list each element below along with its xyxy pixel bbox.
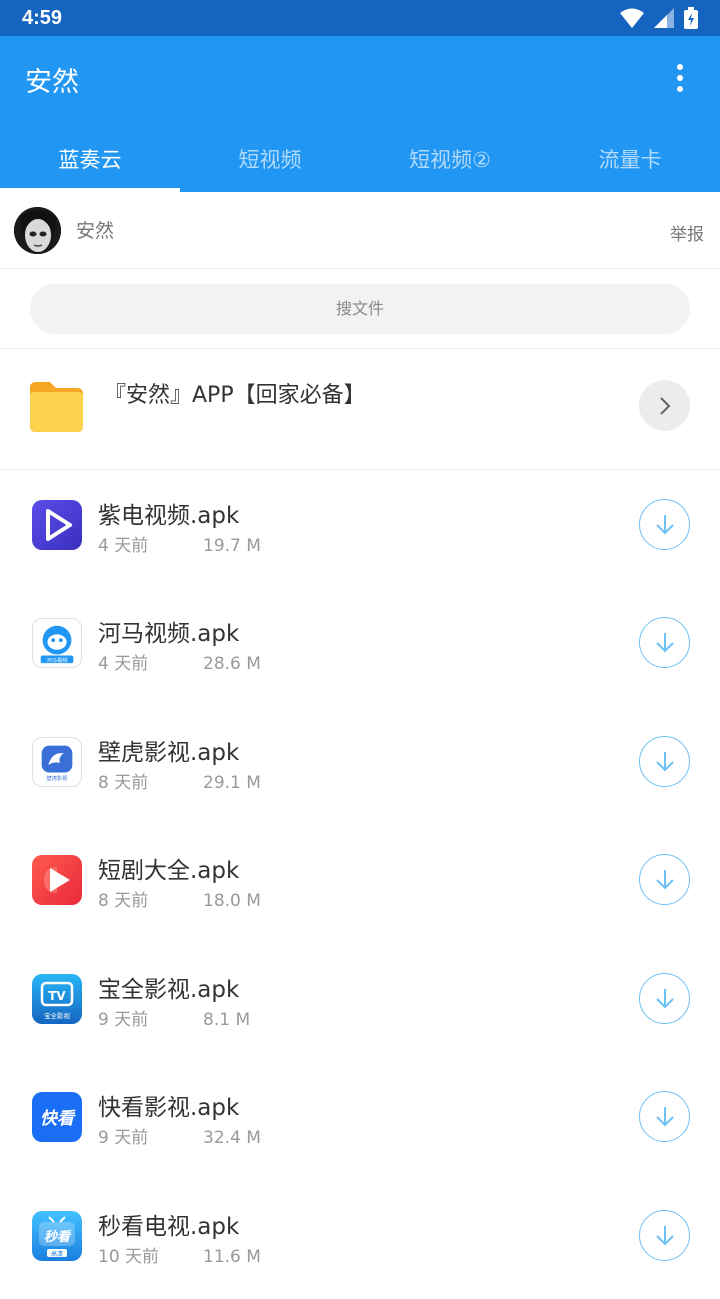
file-name: 紫电视频.apk — [98, 503, 240, 529]
hippo-caption: 河马视频 — [46, 656, 68, 664]
file-meta: 9 天前 8.1 M — [98, 1005, 250, 1030]
file-date: 9 天前 — [98, 1010, 149, 1030]
red-play-icon — [32, 855, 82, 905]
file-name: 河马视频.apk — [98, 621, 240, 647]
file-date: 9 天前 — [98, 1128, 149, 1148]
tv-caption: TV — [48, 989, 66, 1003]
file-meta: 10 天前 11.6 M — [98, 1242, 261, 1267]
status-time: 4:59 — [22, 6, 63, 29]
download-icon[interactable] — [639, 1091, 690, 1142]
file-meta: 9 天前 32.4 M — [98, 1123, 261, 1148]
more-options-icon[interactable] — [668, 62, 692, 94]
tab-short-video[interactable]: 短视频 — [180, 132, 360, 192]
kuaikan-caption: 快看 — [40, 1109, 76, 1129]
file-name: 秒看电视.apk — [98, 1214, 240, 1240]
purple-play-icon — [32, 500, 82, 550]
file-size: 11.6 M — [203, 1247, 261, 1267]
download-icon[interactable] — [639, 854, 690, 905]
file-name: 快看影视.apk — [98, 1095, 240, 1121]
signal-icon — [654, 8, 674, 28]
list-item[interactable]: 快看 快看影视.apk 9 天前 32.4 M — [0, 1062, 720, 1180]
search-section: 搜文件 — [0, 269, 720, 349]
kuaikan-icon: 快看 — [32, 1092, 82, 1142]
list-item[interactable]: 秒看高清 秒看电视.apk 10 天前 11.6 M — [0, 1181, 720, 1299]
miaokan-icon: 秒看 高清 — [32, 1211, 82, 1261]
miaokan-caption: 秒看 — [44, 1229, 72, 1245]
file-size: 19.7 M — [203, 536, 261, 556]
file-name: 壁虎影视.apk — [98, 740, 240, 766]
file-name: 宝全影视.apk — [98, 977, 240, 1003]
status-icons — [620, 7, 698, 29]
report-link[interactable]: 举报 — [670, 220, 704, 245]
app-bar: 安然 蓝奏云 短视频 短视频② 流量卡 — [0, 36, 720, 192]
file-date: 4 天前 — [98, 536, 149, 556]
tv-icon: TV 宝全影视 — [32, 974, 82, 1024]
file-meta: 4 天前 28.6 M — [98, 649, 261, 674]
file-meta: 8 天前 29.1 M — [98, 768, 261, 793]
user-row: 安然 举报 — [0, 192, 720, 269]
tab-lanzouyun[interactable]: 蓝奏云 — [0, 132, 180, 192]
list-item[interactable]: 短剧大全.apk 8 天前 18.0 M — [0, 825, 720, 943]
tab-data-card[interactable]: 流量卡 — [540, 132, 720, 192]
file-date: 8 天前 — [98, 891, 149, 911]
app-title: 安然 — [25, 67, 79, 98]
avatar[interactable] — [14, 207, 61, 254]
file-meta: 4 天前 19.7 M — [98, 531, 261, 556]
gecko-icon: 壁虎影视 — [32, 737, 82, 787]
folder-title: 『安然』APP【回家必备】 — [104, 383, 366, 408]
file-meta: 8 天前 18.0 M — [98, 886, 261, 911]
tab-bar: 蓝奏云 短视频 短视频② 流量卡 — [0, 132, 720, 192]
download-icon[interactable] — [639, 736, 690, 787]
list-item[interactable]: 壁虎影视 壁虎影视.apk 8 天前 29.1 M — [0, 707, 720, 825]
gecko-caption: 壁虎影视 — [46, 774, 68, 782]
file-date: 10 天前 — [98, 1247, 160, 1267]
file-date: 8 天前 — [98, 773, 149, 793]
hippo-icon: 河马视频 — [32, 618, 82, 668]
file-name: 短剧大全.apk — [98, 858, 240, 884]
list-item[interactable]: 河马视频 河马视频.apk 4 天前 28.6 M — [0, 588, 720, 706]
battery-charging-icon — [684, 7, 698, 29]
download-icon[interactable] — [639, 617, 690, 668]
file-size: 29.1 M — [203, 773, 261, 793]
file-size: 28.6 M — [203, 654, 261, 674]
tab-short-video-2[interactable]: 短视频② — [360, 132, 540, 192]
baoquan-caption: 宝全影视 — [44, 1011, 71, 1020]
download-icon[interactable] — [639, 973, 690, 1024]
file-size: 18.0 M — [203, 891, 261, 911]
search-input[interactable]: 搜文件 — [30, 284, 690, 334]
file-size: 8.1 M — [203, 1010, 251, 1030]
file-size: 32.4 M — [203, 1128, 261, 1148]
status-bar: 4:59 — [0, 0, 720, 36]
wifi-icon — [620, 8, 644, 28]
gaoqing-caption: 高清 — [51, 1250, 63, 1258]
chevron-right-icon[interactable] — [639, 380, 690, 431]
folder-icon — [30, 382, 83, 432]
list-item[interactable]: TV 宝全影视 宝全影视.apk 9 天前 8.1 M — [0, 944, 720, 1062]
folder-row[interactable]: 『安然』APP【回家必备】 — [0, 349, 720, 470]
download-icon[interactable] — [639, 1210, 690, 1261]
download-icon[interactable] — [639, 499, 690, 550]
user-name: 安然 — [76, 220, 115, 242]
list-item[interactable]: 紫电视频.apk 4 天前 19.7 M — [0, 470, 720, 588]
file-date: 4 天前 — [98, 654, 149, 674]
